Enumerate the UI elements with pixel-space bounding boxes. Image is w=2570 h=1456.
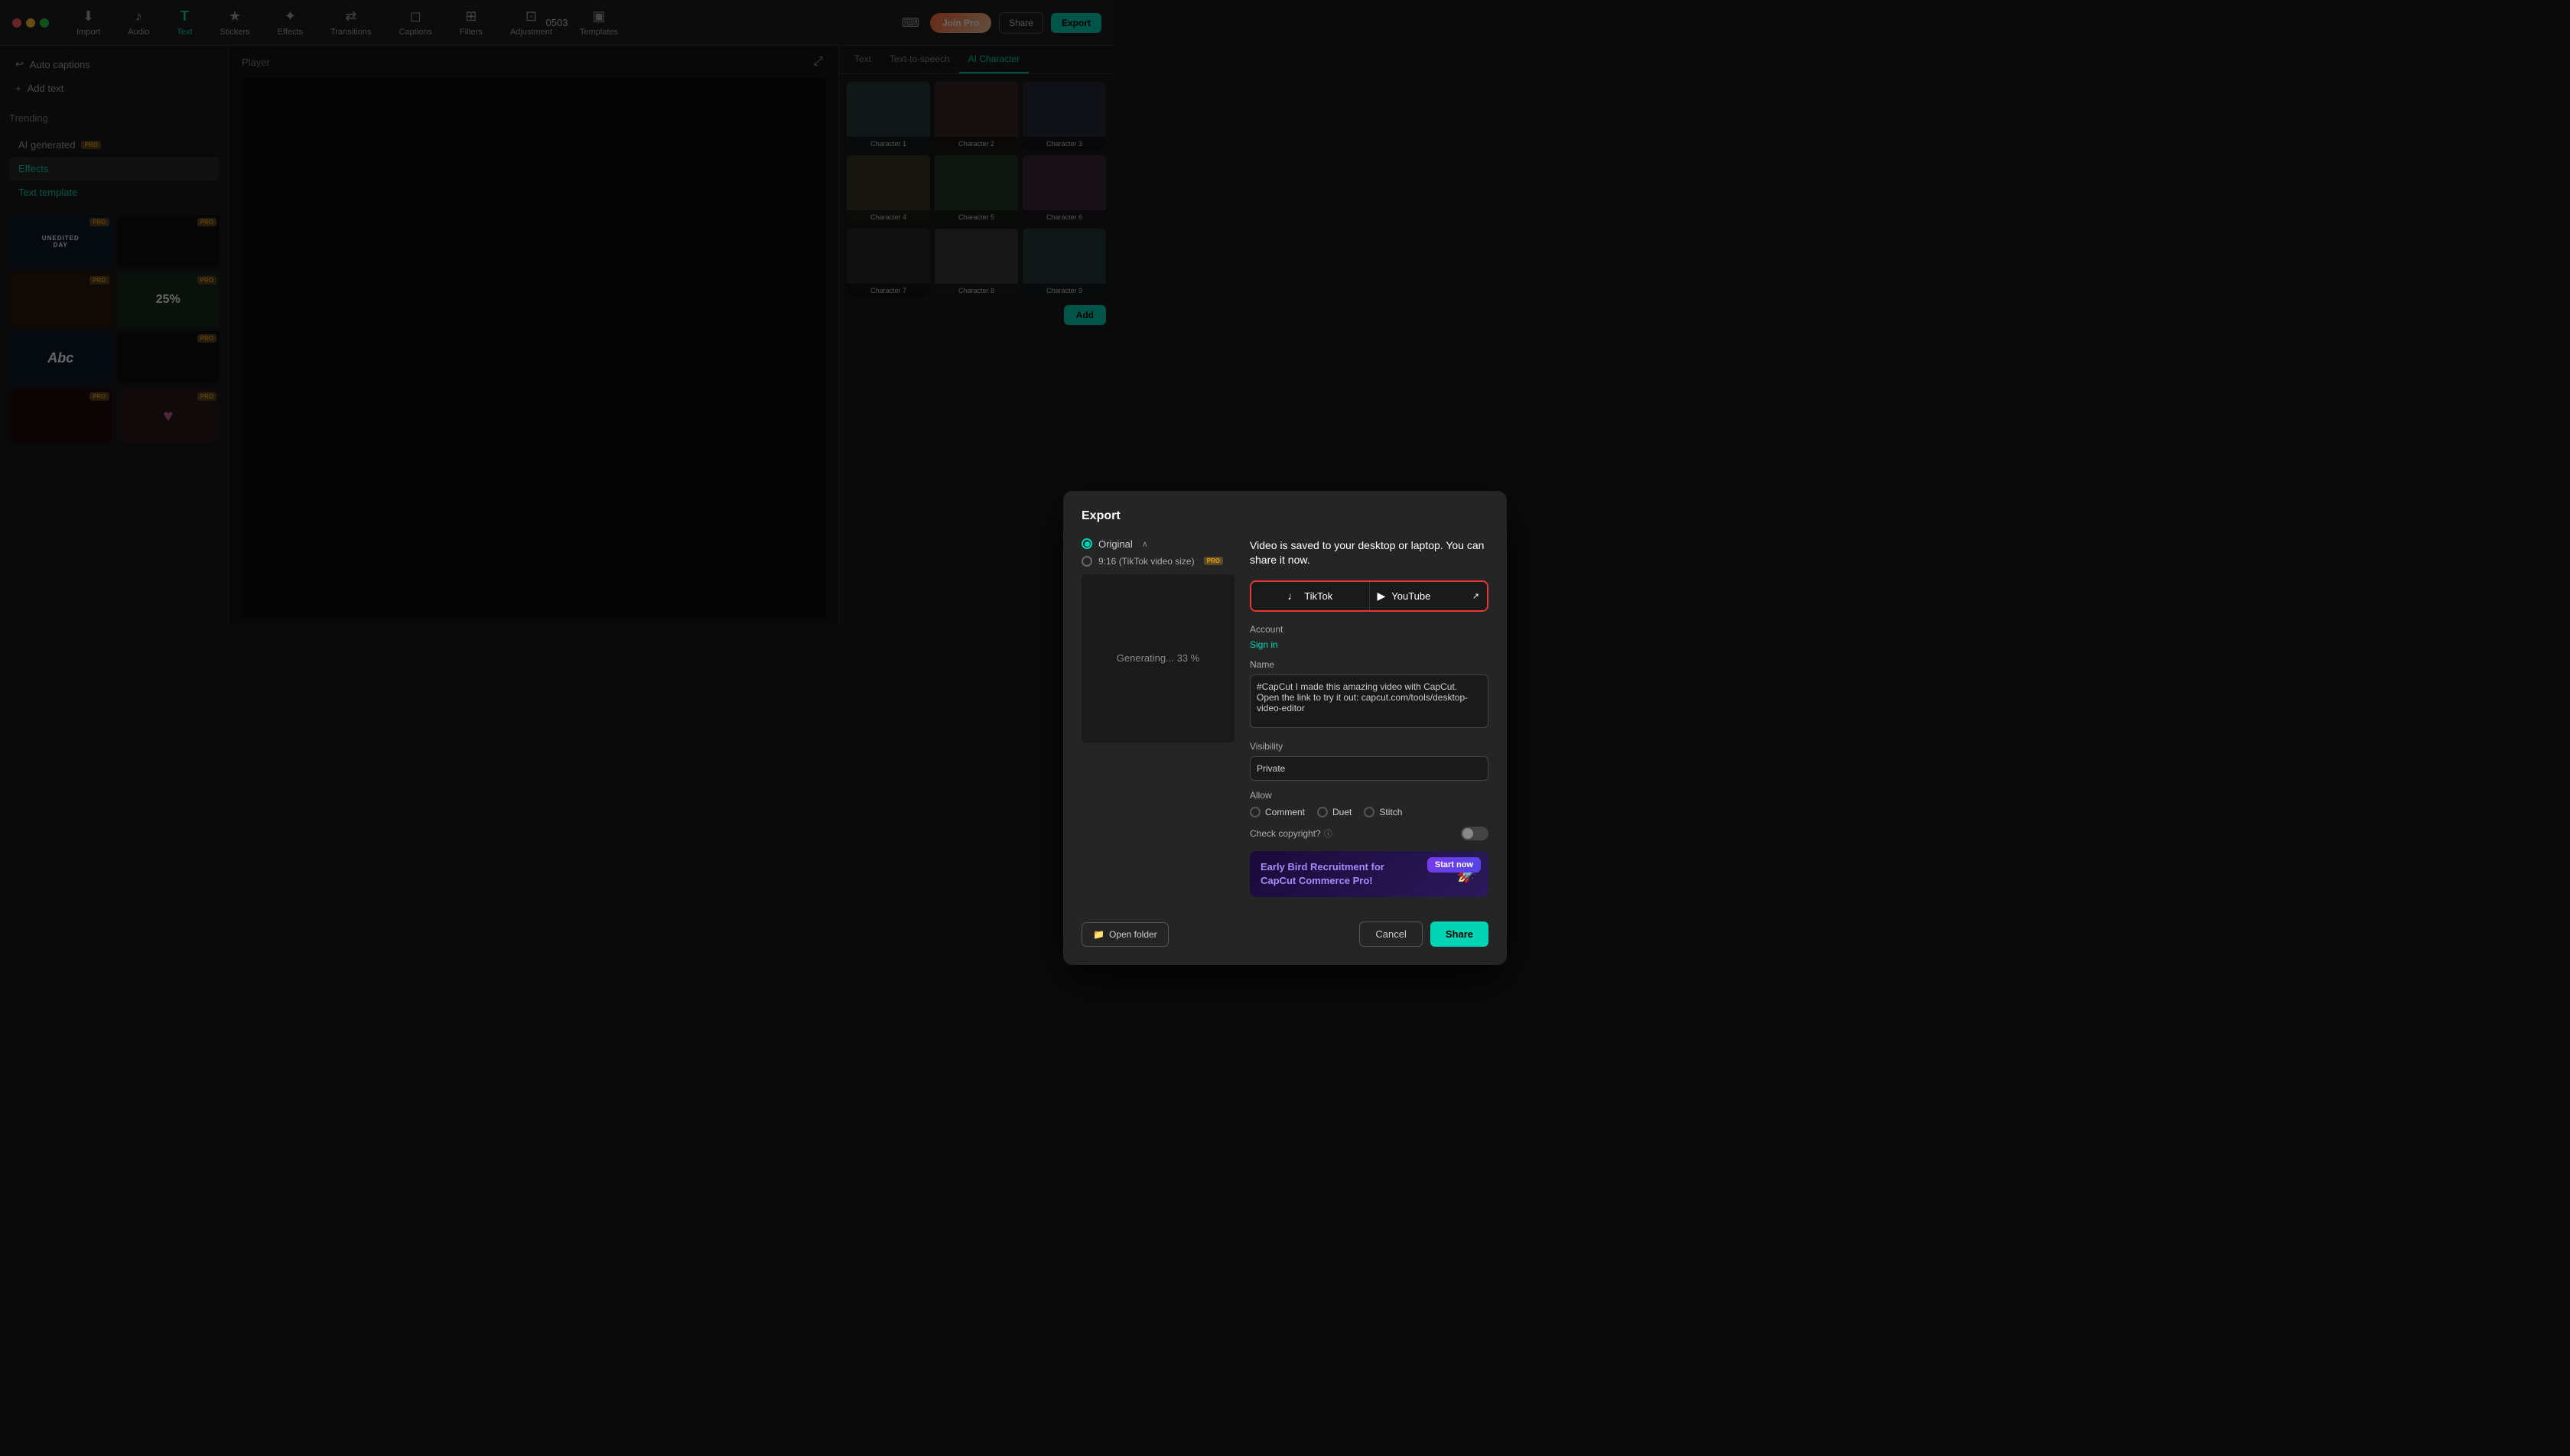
- comment-checkbox[interactable]: [1250, 807, 1261, 817]
- format-original-caret: ∧: [1142, 539, 1148, 549]
- format-916-pro: PRO: [1204, 557, 1223, 565]
- modal-right: Video is saved to your desktop or laptop…: [1250, 538, 1488, 910]
- export-modal: Export Original ∧ 9:16 (TikTok video siz…: [1063, 491, 1507, 966]
- share-button[interactable]: Share: [1430, 921, 1488, 947]
- modal-left: Original ∧ 9:16 (TikTok video size) PRO …: [1082, 538, 1235, 910]
- format-916-label: 9:16 (TikTok video size): [1098, 556, 1195, 567]
- youtube-button[interactable]: ▶ YouTube ↗: [1370, 582, 1488, 610]
- stitch-checkbox[interactable]: [1364, 807, 1374, 817]
- name-label: Name: [1250, 659, 1488, 670]
- sign-in-link[interactable]: Sign in: [1250, 639, 1488, 650]
- save-message: Video is saved to your desktop or laptop…: [1250, 538, 1488, 568]
- modal-overlay: Export Original ∧ 9:16 (TikTok video siz…: [0, 0, 2570, 1456]
- visibility-label: Visibility: [1250, 741, 1488, 752]
- promo-highlight: CapCut Commerce Pro!: [1261, 875, 1373, 886]
- promo-text: Early Bird Recruitment for CapCut Commer…: [1261, 860, 1449, 888]
- youtube-external-icon: ↗: [1472, 591, 1479, 601]
- account-label: Account: [1250, 624, 1488, 635]
- folder-icon: 📁: [1093, 929, 1104, 940]
- format-original-label: Original: [1098, 538, 1133, 550]
- footer-actions: Cancel Share: [1359, 921, 1488, 947]
- promo-banner: Early Bird Recruitment for CapCut Commer…: [1250, 851, 1488, 897]
- format-916-radio: [1082, 556, 1092, 567]
- tiktok-icon: ♩: [1287, 590, 1298, 602]
- allow-stitch[interactable]: Stitch: [1364, 807, 1402, 817]
- allow-section: Allow Comment Duet Stitch: [1250, 790, 1488, 817]
- copyright-toggle[interactable]: [1461, 827, 1488, 840]
- allow-label: Allow: [1250, 790, 1488, 801]
- allow-comment[interactable]: Comment: [1250, 807, 1305, 817]
- youtube-label: YouTube: [1391, 590, 1430, 602]
- format-916-option[interactable]: 9:16 (TikTok video size) PRO: [1082, 556, 1235, 567]
- name-textarea[interactable]: #CapCut I made this amazing video with C…: [1250, 674, 1488, 728]
- tiktok-label: TikTok: [1304, 590, 1332, 602]
- share-platform-group: ♩ TikTok ▶ YouTube ↗: [1250, 580, 1488, 612]
- promo-cta-button[interactable]: Start now: [1427, 857, 1481, 873]
- duet-checkbox[interactable]: [1317, 807, 1328, 817]
- generating-text: Generating... 33 %: [1117, 652, 1199, 664]
- modal-content: Original ∧ 9:16 (TikTok video size) PRO …: [1082, 538, 1488, 910]
- cancel-button[interactable]: Cancel: [1359, 921, 1422, 947]
- copyright-row: Check copyright? ⓘ: [1250, 827, 1488, 840]
- format-original-radio: [1082, 538, 1092, 549]
- copyright-label: Check copyright? ⓘ: [1250, 827, 1332, 840]
- youtube-icon: ▶: [1378, 590, 1386, 603]
- visibility-select[interactable]: Private Public Friends: [1250, 756, 1488, 781]
- promo-text-area: Early Bird Recruitment for CapCut Commer…: [1261, 860, 1449, 888]
- open-folder-button[interactable]: 📁 Open folder: [1082, 922, 1169, 947]
- allow-options: Comment Duet Stitch: [1250, 807, 1488, 817]
- video-preview: Generating... 33 %: [1082, 574, 1235, 743]
- modal-footer: 📁 Open folder Cancel Share: [1082, 921, 1488, 947]
- format-original-option[interactable]: Original ∧: [1082, 538, 1235, 550]
- copyright-info-icon: ⓘ: [1324, 827, 1332, 840]
- tiktok-button[interactable]: ♩ TikTok: [1251, 582, 1370, 610]
- modal-title: Export: [1082, 509, 1488, 523]
- allow-duet[interactable]: Duet: [1317, 807, 1352, 817]
